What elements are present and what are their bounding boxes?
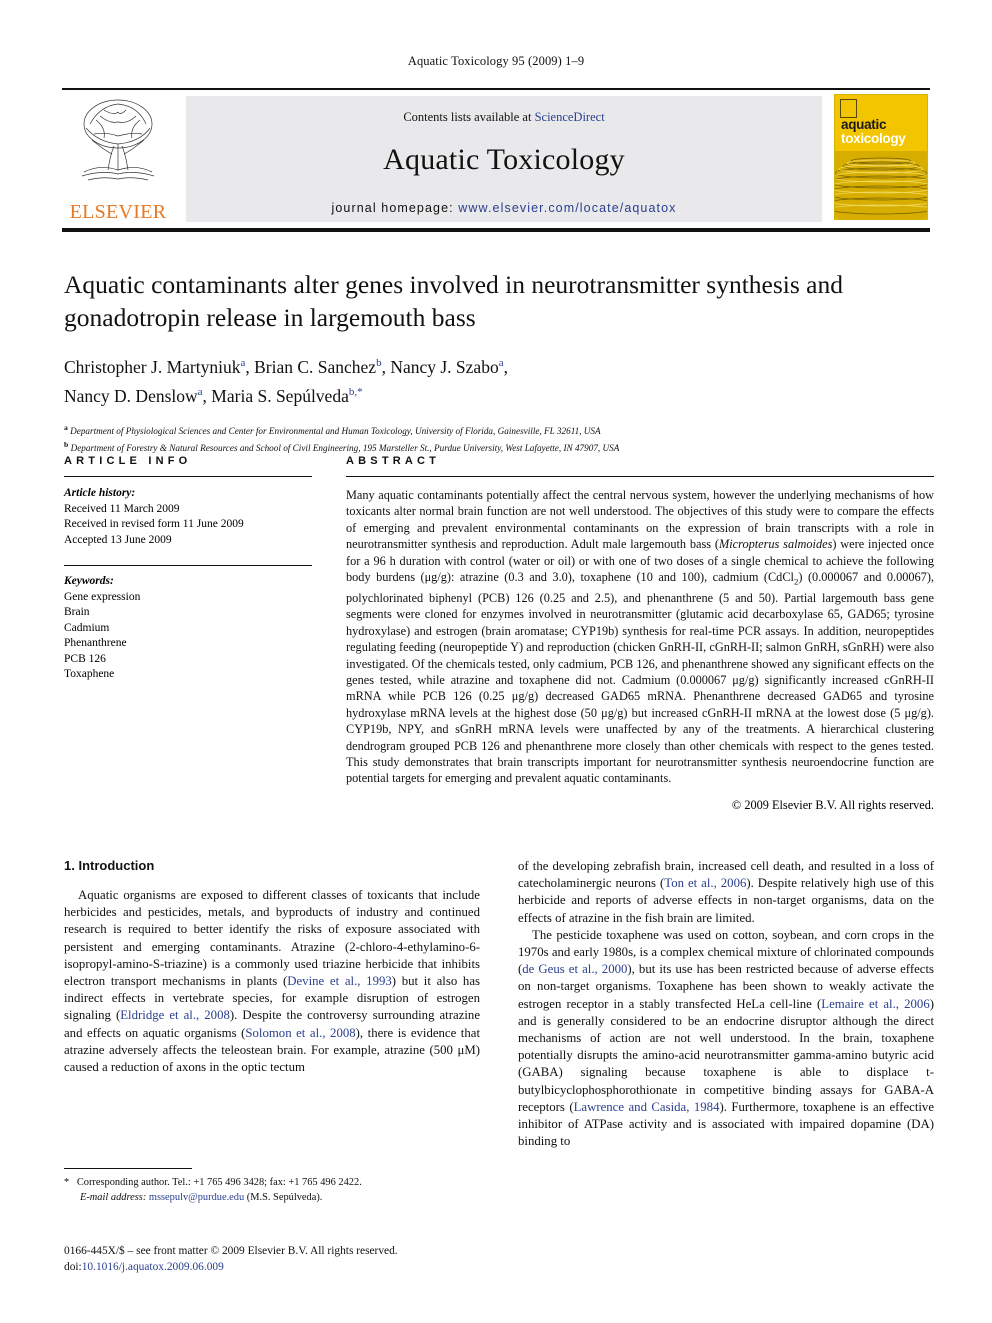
article-info-column: ARTICLE INFO Article history: Received 1… — [64, 455, 312, 813]
homepage-prefix: journal homepage: — [331, 201, 459, 215]
history-item: Received in revised form 11 June 2009 — [64, 518, 244, 530]
article-history-label: Article history: — [64, 487, 136, 499]
article-info-heading: ARTICLE INFO — [64, 455, 192, 467]
cover-title-line2: toxicology — [841, 131, 906, 146]
cover-water-ripple-graphic — [835, 151, 927, 219]
author-affil-marker: b,* — [348, 385, 363, 398]
intro-right-text-e: ) and is generally considered to be an e… — [518, 996, 934, 1114]
issn-line: 0166-445X/$ – see front matter © 2009 El… — [64, 1245, 398, 1257]
abstract-part-3: ) (0.000067 and 0.00067), polychlorinate… — [346, 570, 934, 786]
intro-paragraph-right-1: of the developing zebrafish brain, incre… — [518, 858, 934, 927]
intro-text-a: Aquatic organisms are exposed to differe… — [64, 888, 480, 989]
section-heading-introduction: 1. Introduction — [64, 858, 155, 873]
citation-lawrence-casida[interactable]: Lawrence and Casida, 1984 — [574, 1100, 720, 1114]
contents-available-line: Contents lists available at ScienceDirec… — [186, 96, 822, 125]
citation-degeus[interactable]: de Geus et al., 2000 — [522, 962, 627, 976]
species-name: Micropterus salmoides — [719, 537, 833, 552]
body-columns: 1. Introduction Aquatic organisms are ex… — [64, 858, 934, 1150]
keyword-item: Phenanthrene — [64, 637, 127, 649]
email-link[interactable]: mssepulv@purdue.edu — [149, 1192, 244, 1203]
affiliations: a Department of Physiological Sciences a… — [64, 421, 934, 456]
paper-page: Aquatic Toxicology 95 (2009) 1–9 ELSEVIE… — [0, 0, 992, 1323]
citation-eldridge[interactable]: Eldridge et al., 2008 — [120, 1008, 230, 1022]
affiliation-text: Department of Forestry & Natural Resourc… — [70, 443, 620, 454]
elsevier-tree-icon — [81, 99, 155, 181]
history-item: Accepted 13 June 2009 — [64, 533, 172, 546]
author-affil-marker: b — [376, 357, 382, 369]
citation-ton[interactable]: Ton et al., 2006 — [664, 876, 746, 890]
intro-paragraph-right-2: The pesticide toxaphene was used on cott… — [518, 927, 934, 1151]
keyword-item: Toxaphene — [64, 668, 115, 680]
body-column-left: 1. Introduction Aquatic organisms are ex… — [64, 858, 480, 1150]
running-head: Aquatic Toxicology 95 (2009) 1–9 — [407, 54, 585, 68]
keyword-item: Cadmium — [64, 621, 110, 634]
asterisk-marker: * — [64, 1177, 70, 1188]
article-history: Article history: Received 11 March 2009 … — [64, 486, 312, 548]
info-abstract-region: ARTICLE INFO Article history: Received 1… — [64, 455, 934, 813]
keywords-label: Keywords: — [64, 575, 114, 587]
journal-cover-image: aquatic toxicology — [834, 94, 928, 220]
citation-devine[interactable]: Devine et al., 1993 — [287, 974, 392, 988]
author-name: Brian C. Sanchez — [254, 356, 377, 377]
author-name: Nancy D. Denslow — [64, 385, 198, 406]
keyword-item: Gene expression — [64, 590, 141, 603]
author-name: Maria S. Sepúlveda — [211, 385, 349, 406]
corresponding-author-note: * Corresponding author. Tel.: +1 765 496… — [64, 1176, 480, 1191]
keywords-rule — [64, 565, 312, 566]
affiliation-marker: a — [64, 422, 68, 432]
doi-line: doi:10.1016/j.aquatox.2009.06.009 — [64, 1259, 494, 1275]
citation-solomon[interactable]: Solomon et al., 2008 — [245, 1026, 355, 1040]
cover-title-line1: aquatic — [841, 117, 887, 132]
elsevier-tree-mark-icon — [840, 99, 857, 118]
journal-homepage-line: journal homepage: www.elsevier.com/locat… — [186, 201, 822, 215]
email-label: E-mail address: — [80, 1191, 147, 1203]
elsevier-logo: ELSEVIER — [62, 90, 174, 228]
doi-link[interactable]: 10.1016/j.aquatox.2009.06.009 — [82, 1261, 224, 1273]
author-affil-marker: a — [197, 385, 203, 398]
affiliation-item: b Department of Forestry & Natural Resou… — [64, 438, 934, 456]
journal-masthead: ELSEVIER Contents lists available at Sci… — [62, 88, 930, 232]
title-block: Aquatic contaminants alter genes involve… — [64, 268, 934, 456]
citation-lemaire[interactable]: Lemaire et al., 2006 — [821, 997, 929, 1011]
affiliation-item: a Department of Physiological Sciences a… — [64, 421, 934, 439]
affiliation-marker: b — [64, 440, 69, 450]
article-info-rule — [64, 476, 312, 477]
imprint-block: 0166-445X/$ – see front matter © 2009 El… — [64, 1243, 494, 1275]
homepage-url-link[interactable]: www.elsevier.com/locate/aquatox — [458, 201, 676, 215]
affiliation-text: Department of Physiological Sciences and… — [70, 425, 601, 436]
elsevier-wordmark: ELSEVIER — [69, 201, 167, 223]
footnote-rule — [64, 1168, 192, 1169]
author-name: Nancy J. Szabo — [390, 356, 499, 377]
footnote-block: * Corresponding author. Tel.: +1 765 496… — [64, 1168, 480, 1205]
keyword-item: PCB 126 — [64, 652, 106, 665]
author-name: Christopher J. Martyniuk — [64, 356, 241, 377]
keyword-item: Brain — [64, 606, 90, 618]
abstract-column: ABSTRACT Many aquatic contaminants poten… — [346, 455, 934, 813]
author-list: Christopher J. Martyniuka, Brian C. Sanc… — [64, 356, 508, 406]
abstract-text: Many aquatic contaminants potentially af… — [346, 487, 934, 787]
keywords-block: Keywords: Gene expression Brain Cadmium … — [64, 574, 312, 683]
abstract-copyright: © 2009 Elsevier B.V. All rights reserved… — [731, 797, 934, 812]
author-affil-marker: a — [498, 357, 504, 369]
corresponding-author-text: Corresponding author. Tel.: +1 765 496 3… — [76, 1177, 362, 1188]
masthead-center: Contents lists available at ScienceDirec… — [186, 96, 822, 222]
journal-cover: aquatic toxicology — [834, 94, 930, 220]
sciencedirect-link[interactable]: ScienceDirect — [535, 110, 605, 124]
journal-title: Aquatic Toxicology — [383, 143, 625, 176]
intro-paragraph-left: Aquatic organisms are exposed to differe… — [64, 887, 480, 1076]
body-column-right: of the developing zebrafish brain, incre… — [518, 858, 934, 1150]
history-item: Received 11 March 2009 — [64, 502, 180, 515]
abstract-heading: ABSTRACT — [346, 455, 441, 467]
article-title: Aquatic contaminants alter genes involve… — [64, 270, 843, 332]
email-note: E-mail address: mssepulv@purdue.edu (M.S… — [64, 1191, 480, 1206]
author-affil-marker: a — [240, 357, 246, 369]
contents-prefix: Contents lists available at — [403, 110, 535, 124]
email-owner: (M.S. Sepúlveda). — [246, 1191, 323, 1203]
doi-label: doi: — [64, 1261, 82, 1273]
abstract-rule — [346, 476, 934, 477]
